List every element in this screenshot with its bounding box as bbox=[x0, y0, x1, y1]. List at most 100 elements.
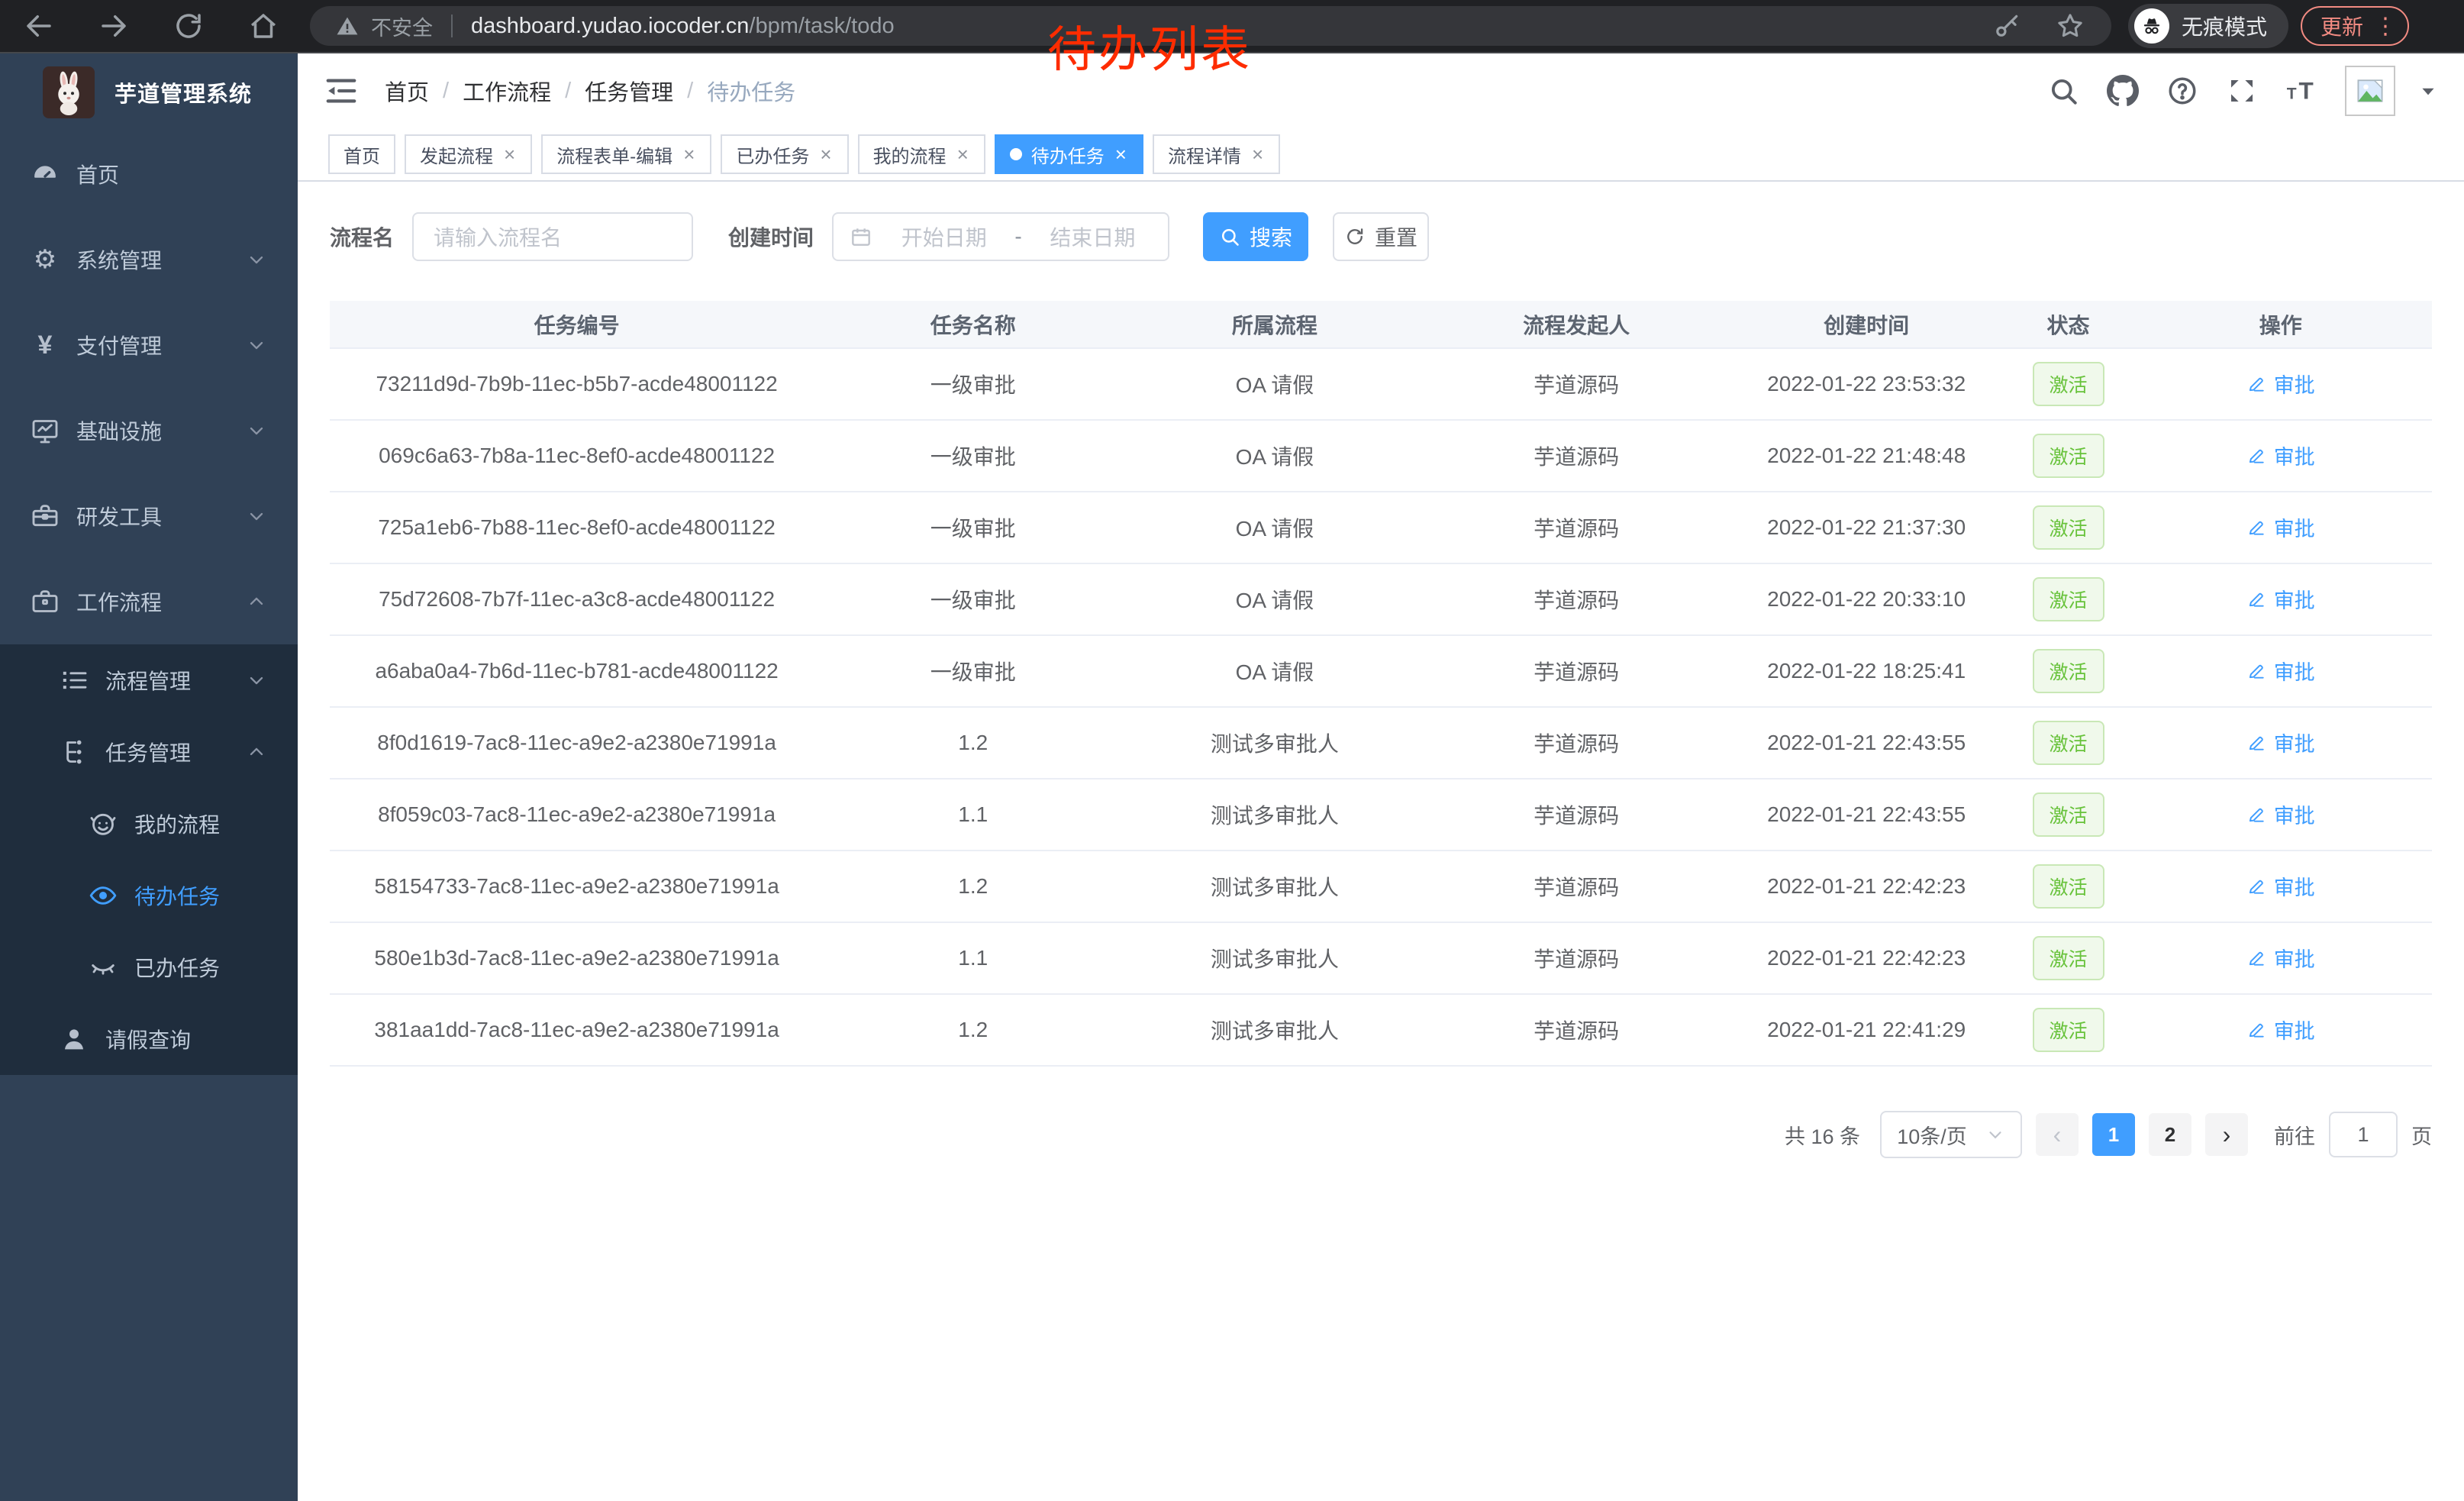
column-header-4: 流程发起人 bbox=[1427, 301, 1726, 348]
help-icon[interactable] bbox=[2166, 75, 2198, 107]
page-button-1[interactable]: 1 bbox=[2092, 1113, 2135, 1156]
password-key-icon[interactable] bbox=[1992, 11, 2021, 40]
breadcrumb-separator: / bbox=[443, 79, 449, 104]
security-label[interactable]: 不安全 bbox=[371, 11, 433, 41]
close-tab-icon[interactable]: × bbox=[1250, 144, 1265, 164]
sidebar-item-6[interactable]: 工作流程 bbox=[0, 559, 298, 644]
breadcrumb: 首页/工作流程/任务管理/待办任务 bbox=[385, 75, 795, 107]
edit-pencil-icon bbox=[2246, 374, 2266, 394]
tree-icon bbox=[56, 734, 92, 770]
svg-text:T: T bbox=[2287, 86, 2297, 103]
close-tab-icon[interactable]: × bbox=[1114, 144, 1128, 164]
sidebar-item-5[interactable]: 研发工具 bbox=[0, 473, 298, 559]
close-tab-icon[interactable]: × bbox=[818, 144, 833, 164]
page-button-2[interactable]: 2 bbox=[2149, 1113, 2191, 1156]
font-size-icon[interactable]: TT bbox=[2285, 75, 2317, 107]
yen-icon: ¥ bbox=[27, 328, 63, 363]
sidebar: 芋道管理系统 首页 ⚙ 系统管理 ¥ 支付管理 基础设施 研发工具 工作流程 流… bbox=[0, 53, 298, 1501]
approve-link[interactable]: 审批 bbox=[2246, 799, 2315, 829]
dashboard-icon bbox=[27, 157, 63, 192]
update-button[interactable]: 更新 ⋮ bbox=[2301, 6, 2409, 46]
end-date-placeholder[interactable]: 结束日期 bbox=[1033, 221, 1153, 252]
approve-link[interactable]: 审批 bbox=[2246, 369, 2315, 399]
avatar-caret-icon[interactable] bbox=[2418, 81, 2438, 101]
approve-link[interactable]: 审批 bbox=[2246, 512, 2315, 542]
sidebar-item-10[interactable]: 待办任务 bbox=[0, 860, 298, 931]
sidebar-fold-icon[interactable] bbox=[324, 73, 359, 108]
breadcrumb-item-1[interactable]: 首页 bbox=[385, 75, 429, 107]
page-size-select[interactable]: 10条/页 bbox=[1880, 1111, 2022, 1158]
table-row: 75d72608-7b7f-11ec-a3c8-acde48001122 一级审… bbox=[330, 563, 2432, 635]
approve-link[interactable]: 审批 bbox=[2246, 1015, 2315, 1044]
breadcrumb-item-3[interactable]: 任务管理 bbox=[585, 75, 673, 107]
close-tab-icon[interactable]: × bbox=[956, 144, 970, 164]
tab-2[interactable]: 发起流程 × bbox=[405, 134, 532, 174]
bookmark-star-icon[interactable] bbox=[2055, 11, 2085, 41]
github-icon[interactable] bbox=[2107, 75, 2139, 107]
total-count: 共 16 条 bbox=[1785, 1120, 1860, 1150]
table-row: 8f0d1619-7ac8-11ec-a9e2-a2380e71991a 1.2… bbox=[330, 707, 2432, 779]
close-tab-icon[interactable]: × bbox=[682, 144, 696, 164]
calendar-icon bbox=[849, 224, 873, 249]
url-text[interactable]: dashboard.yudao.iocoder.cn/bpm/task/todo bbox=[471, 14, 895, 39]
breadcrumb-item-2[interactable]: 工作流程 bbox=[463, 75, 551, 107]
table-row: 580e1b3d-7ac8-11ec-a9e2-a2380e71991a 1.1… bbox=[330, 922, 2432, 994]
tab-6[interactable]: 待办任务 × bbox=[995, 134, 1143, 174]
back-icon[interactable] bbox=[23, 10, 55, 42]
prev-page-button[interactable]: ‹ bbox=[2036, 1113, 2079, 1156]
briefcase-icon bbox=[27, 584, 63, 619]
tab-1[interactable]: 首页 bbox=[328, 134, 395, 174]
home-icon[interactable] bbox=[247, 10, 279, 42]
reset-button[interactable]: 重置 bbox=[1333, 212, 1429, 261]
sidebar-item-9[interactable]: 我的流程 bbox=[0, 788, 298, 860]
status-badge: 激活 bbox=[2033, 864, 2104, 909]
edit-pencil-icon bbox=[2246, 805, 2266, 825]
next-page-button[interactable]: › bbox=[2205, 1113, 2248, 1156]
status-badge: 激活 bbox=[2033, 649, 2104, 693]
sidebar-item-7[interactable]: 流程管理 bbox=[0, 644, 298, 716]
edit-pencil-icon bbox=[2246, 733, 2266, 753]
browser-menu-icon[interactable]: ⋮ bbox=[2374, 13, 2397, 40]
process-name-input[interactable]: 请输入流程名 bbox=[412, 212, 693, 261]
approve-link[interactable]: 审批 bbox=[2246, 441, 2315, 470]
chevron-down-icon bbox=[246, 249, 267, 270]
approve-link[interactable]: 审批 bbox=[2246, 584, 2315, 614]
approve-link[interactable]: 审批 bbox=[2246, 728, 2315, 757]
date-range-input[interactable]: 开始日期 - 结束日期 bbox=[832, 212, 1169, 261]
sidebar-item-2[interactable]: ⚙ 系统管理 bbox=[0, 217, 298, 302]
status-badge: 激活 bbox=[2033, 792, 2104, 837]
reload-icon[interactable] bbox=[173, 10, 205, 42]
fullscreen-icon[interactable] bbox=[2226, 75, 2258, 107]
approve-link[interactable]: 审批 bbox=[2246, 871, 2315, 901]
sidebar-item-8[interactable]: 任务管理 bbox=[0, 716, 298, 788]
sidebar-item-3[interactable]: ¥ 支付管理 bbox=[0, 302, 298, 388]
process-name-label: 流程名 bbox=[330, 221, 394, 252]
table-row: 069c6a63-7b8a-11ec-8ef0-acde48001122 一级审… bbox=[330, 420, 2432, 492]
table-row: 73211d9d-7b9b-11ec-b5b7-acde48001122 一级审… bbox=[330, 348, 2432, 420]
approve-link[interactable]: 审批 bbox=[2246, 656, 2315, 686]
tab-5[interactable]: 我的流程 × bbox=[858, 134, 985, 174]
not-secure-warning-icon[interactable] bbox=[334, 13, 360, 39]
sidebar-item-12[interactable]: 请假查询 bbox=[0, 1003, 298, 1075]
sidebar-item-11[interactable]: 已办任务 bbox=[0, 931, 298, 1003]
search-button[interactable]: 搜索 bbox=[1203, 212, 1308, 261]
sidebar-item-4[interactable]: 基础设施 bbox=[0, 388, 298, 473]
tab-7[interactable]: 流程详情 × bbox=[1153, 134, 1280, 174]
breadcrumb-item-4: 待办任务 bbox=[707, 75, 795, 107]
close-tab-icon[interactable]: × bbox=[502, 144, 517, 164]
tab-3[interactable]: 流程表单-编辑 × bbox=[541, 134, 711, 174]
avatar[interactable] bbox=[2345, 66, 2395, 116]
edit-pencil-icon bbox=[2246, 661, 2266, 681]
sidebar-item-1[interactable]: 首页 bbox=[0, 131, 298, 217]
search-icon[interactable] bbox=[2047, 75, 2079, 107]
approve-link[interactable]: 审批 bbox=[2246, 943, 2315, 973]
app-logo-row[interactable]: 芋道管理系统 bbox=[0, 53, 298, 131]
goto-label: 前往 bbox=[2274, 1120, 2315, 1150]
column-header-2: 任务名称 bbox=[824, 301, 1122, 348]
start-date-placeholder[interactable]: 开始日期 bbox=[884, 221, 1004, 252]
forward-icon[interactable] bbox=[98, 10, 130, 42]
tab-4[interactable]: 已办任务 × bbox=[721, 134, 848, 174]
goto-page-input[interactable]: 1 bbox=[2329, 1112, 2398, 1157]
chevron-down-icon bbox=[1985, 1125, 2005, 1144]
create-time-label: 创建时间 bbox=[728, 221, 814, 252]
